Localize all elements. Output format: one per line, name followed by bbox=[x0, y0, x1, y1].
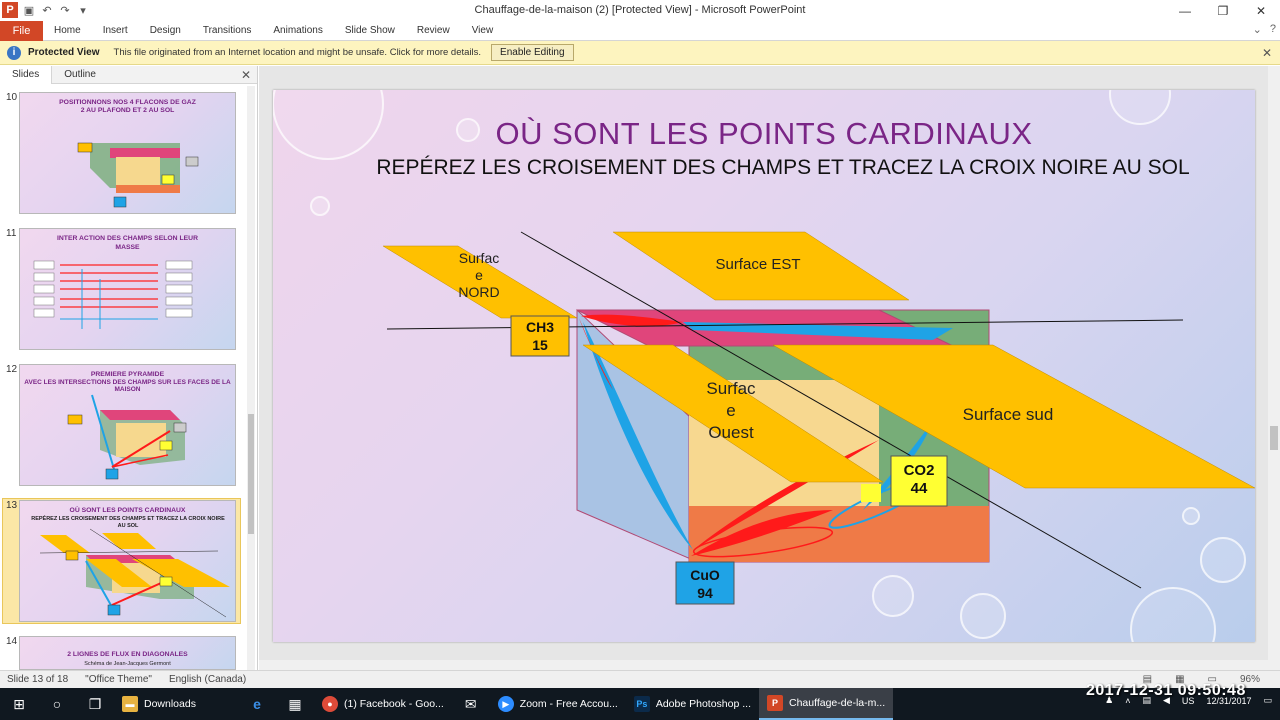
thumbnail-title: 2 LIGNES DE FLUX EN DIAGONALES bbox=[67, 651, 188, 658]
surface-est-label[interactable]: Surface EST bbox=[673, 254, 843, 276]
taskbar-app-label: Chauffage-de-la-m... bbox=[789, 697, 886, 709]
tab-outline[interactable]: Outline bbox=[52, 66, 108, 84]
store-icon[interactable]: ▦ bbox=[276, 688, 314, 720]
taskbar-app-powerpoint[interactable]: P Chauffage-de-la-m... bbox=[759, 688, 894, 720]
tab-file[interactable]: File bbox=[0, 20, 43, 41]
edge-icon[interactable]: e bbox=[238, 688, 276, 720]
thumbnail-pyramid-diagram bbox=[67, 394, 187, 480]
protected-view-message[interactable]: This file originated from an Internet lo… bbox=[114, 47, 482, 58]
tab-insert[interactable]: Insert bbox=[92, 21, 139, 41]
windows-start-icon[interactable]: ⊞ bbox=[0, 688, 38, 720]
zoom-icon: ▶ bbox=[497, 696, 514, 712]
ribbon-tabs: File Home Insert Design Transitions Anim… bbox=[0, 20, 1280, 41]
slide-number: 11 bbox=[6, 228, 17, 239]
powerpoint-icon: P bbox=[767, 695, 783, 711]
slide-title[interactable]: OÙ SONT LES POINTS CARDINAUX bbox=[273, 116, 1255, 152]
slide-subtitle[interactable]: REPÉREZ LES CROISEMENT DES CHAMPS ET TRA… bbox=[368, 154, 1198, 181]
close-pane-icon[interactable]: ✕ bbox=[241, 68, 251, 82]
thumbnail-house-diagram bbox=[77, 142, 199, 208]
surface-ouest-label[interactable]: Surfac e Ouest bbox=[681, 378, 781, 444]
window-title: Chauffage-de-la-maison (2) [Protected Vi… bbox=[474, 4, 806, 16]
slide-horizontal-scrollbar[interactable] bbox=[259, 660, 1268, 670]
taskbar-app-photoshop[interactable]: Ps Adobe Photoshop ... bbox=[626, 688, 759, 720]
surface-nord-label[interactable]: Surfac e NORD bbox=[439, 250, 519, 301]
protected-view-title: Protected View bbox=[28, 47, 100, 58]
folder-icon: ▬ bbox=[122, 696, 138, 712]
cuo-box[interactable]: CuO 94 bbox=[676, 566, 734, 602]
slide-count: Slide 13 of 18 bbox=[7, 674, 69, 685]
slide-number: 13 bbox=[6, 500, 18, 511]
ribbon-right-controls: ⌄ ? bbox=[1253, 23, 1276, 36]
thumbnail-subtitle: Schéma de Jean-Jacques Germont bbox=[84, 661, 171, 667]
slide-number: 14 bbox=[6, 636, 18, 647]
taskbar-app-zoom[interactable]: ▶ Zoom - Free Accou... bbox=[490, 688, 626, 720]
chrome-icon: ● bbox=[322, 696, 338, 712]
search-icon[interactable]: ○ bbox=[38, 688, 76, 720]
current-slide[interactable]: OÙ SONT LES POINTS CARDINAUX REPÉREZ LES… bbox=[273, 90, 1255, 642]
theme-name: "Office Theme" bbox=[85, 674, 152, 685]
tab-animations[interactable]: Animations bbox=[262, 21, 333, 41]
slide-thumbnail[interactable]: 2 LIGNES DE FLUX EN DIAGONALES Schéma de… bbox=[19, 636, 236, 670]
taskbar-app-downloads[interactable]: ▬ Downloads bbox=[114, 688, 238, 720]
slide-thumbnail[interactable]: POSITIONNONS NOS 4 FLACONS DE GAZ 2 AU P… bbox=[19, 92, 236, 214]
slide-vertical-scrollbar[interactable] bbox=[1268, 66, 1280, 670]
slide-thumbnail[interactable]: INTER ACTION DES CHAMPS SELON LEUR MASSE bbox=[19, 228, 236, 350]
ch3-box[interactable]: CH3 15 bbox=[511, 318, 569, 354]
slides-pane: Slides Outline ✕ 10 POSITIONNONS NOS 4 F… bbox=[0, 65, 258, 670]
slide-thumbnail[interactable]: OÙ SONT LES POINTS CARDINAUX REPÉREZ LES… bbox=[19, 500, 236, 622]
taskbar-app-label: (1) Facebook - Goo... bbox=[344, 698, 444, 710]
slide-thumbnail[interactable]: PREMIERE PYRAMIDE AVEC LES INTERSECTIONS… bbox=[19, 364, 236, 486]
window-controls: — ❐ ✕ bbox=[1166, 0, 1280, 21]
taskbar-app-label: Downloads bbox=[144, 698, 196, 710]
protected-view-bar: i Protected View This file originated fr… bbox=[0, 41, 1280, 65]
language-indicator[interactable]: English (Canada) bbox=[169, 674, 246, 685]
tab-slide-show[interactable]: Slide Show bbox=[334, 21, 406, 41]
timestamp-overlay: 2017-12-31 09:50:48 bbox=[1086, 682, 1246, 699]
help-icon[interactable]: ? bbox=[1270, 23, 1276, 36]
pane-tabs: Slides Outline bbox=[0, 65, 257, 84]
slide-number: 12 bbox=[6, 364, 18, 375]
close-button[interactable]: ✕ bbox=[1242, 0, 1280, 21]
taskbar-app-chrome[interactable]: ● (1) Facebook - Goo... bbox=[314, 688, 452, 720]
close-icon[interactable]: ✕ bbox=[1262, 46, 1272, 60]
enable-editing-button[interactable]: Enable Editing bbox=[491, 44, 574, 61]
scrollbar-handle[interactable] bbox=[1270, 426, 1278, 450]
taskbar-app-label: Adobe Photoshop ... bbox=[655, 698, 751, 710]
tab-slides[interactable]: Slides bbox=[0, 65, 53, 84]
mail-icon[interactable]: ✉ bbox=[452, 688, 490, 720]
thumbnail-cardinal-diagram bbox=[39, 528, 230, 618]
ribbon-collapse-icon[interactable]: ⌄ bbox=[1253, 23, 1262, 36]
maximize-button[interactable]: ❐ bbox=[1204, 0, 1242, 21]
slides-pane-scrollbar[interactable] bbox=[247, 86, 255, 670]
co2-box[interactable]: CO2 44 bbox=[891, 462, 947, 498]
task-view-icon[interactable]: ❐ bbox=[76, 688, 114, 720]
slide-editing-area: OÙ SONT LES POINTS CARDINAUX REPÉREZ LES… bbox=[259, 66, 1280, 670]
tab-design[interactable]: Design bbox=[139, 21, 192, 41]
minimize-button[interactable]: — bbox=[1166, 0, 1204, 21]
tab-home[interactable]: Home bbox=[43, 21, 92, 41]
scrollbar-handle[interactable] bbox=[248, 414, 254, 534]
surface-sud-label[interactable]: Surface sud bbox=[933, 404, 1083, 426]
tab-review[interactable]: Review bbox=[406, 21, 461, 41]
thumbnail-lines-diagram bbox=[33, 260, 193, 329]
notifications-icon[interactable]: ▭ bbox=[1263, 695, 1272, 706]
tab-view[interactable]: View bbox=[461, 21, 505, 41]
tab-transitions[interactable]: Transitions bbox=[192, 21, 263, 41]
slide-number: 10 bbox=[6, 92, 18, 103]
taskbar-app-label: Zoom - Free Accou... bbox=[519, 698, 618, 710]
photoshop-icon: Ps bbox=[633, 696, 650, 712]
shield-info-icon: i bbox=[7, 45, 21, 60]
title-bar: P ▣ ↶ ↷ ▾ Chauffage-de-la-maison (2) [Pr… bbox=[0, 0, 1280, 21]
